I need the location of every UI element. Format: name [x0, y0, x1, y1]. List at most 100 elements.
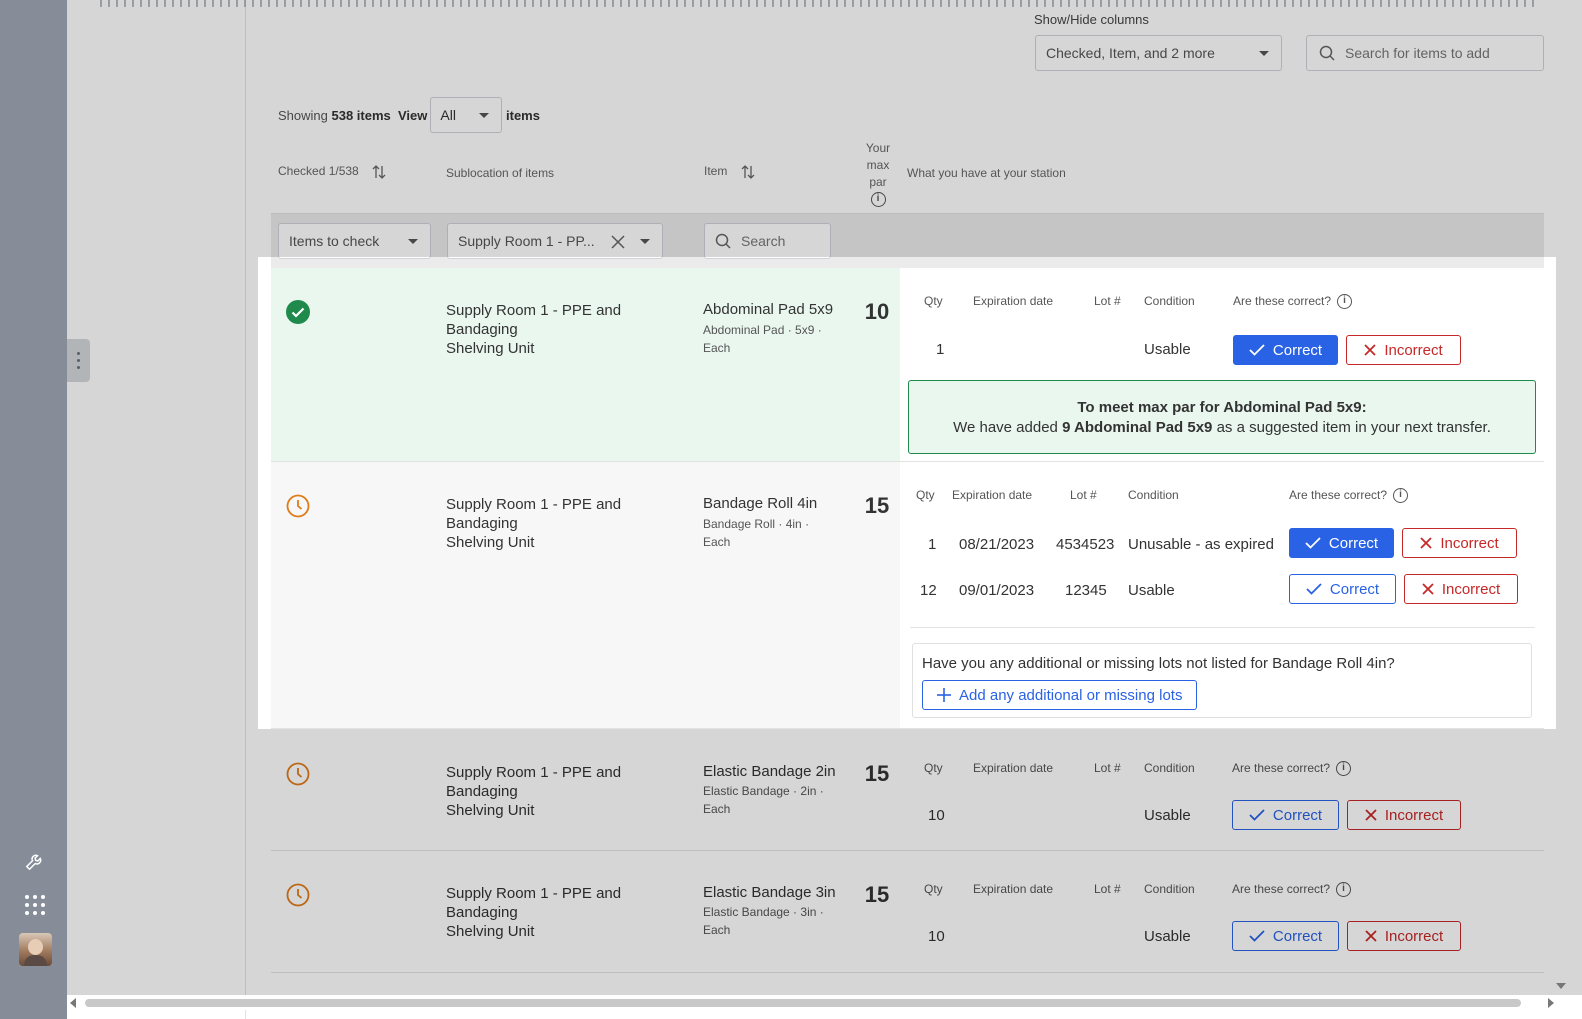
incorrect-button[interactable]: Incorrect: [1404, 574, 1518, 604]
correct-button-label: Correct: [1272, 806, 1323, 824]
expiration-header: Expiration date: [952, 488, 1033, 502]
correct-button-label: Correct: [1328, 534, 1379, 552]
sort-icon[interactable]: [372, 164, 386, 180]
plus-icon: [937, 688, 951, 702]
panel-resize-handle[interactable]: [67, 339, 90, 382]
incorrect-button[interactable]: Incorrect: [1347, 800, 1461, 830]
expiration-header: Expiration date: [973, 882, 1054, 896]
add-missing-lots-button[interactable]: Add any additional or missing lots: [922, 680, 1198, 710]
item-column-header[interactable]: Item: [704, 164, 755, 180]
clear-icon[interactable]: [611, 235, 625, 249]
sublocation-cell: Supply Room 1 - PPE and Bandaging Shelvin…: [446, 884, 696, 941]
view-select[interactable]: All: [430, 97, 503, 133]
columns-select[interactable]: Checked, Item, and 2 more: [1035, 35, 1282, 71]
user-avatar[interactable]: [19, 933, 52, 966]
correct-button[interactable]: Correct: [1289, 528, 1394, 558]
lot-condition: Usable: [1144, 807, 1191, 824]
sublocation-filter-select[interactable]: Supply Room 1 - PP...: [447, 223, 663, 259]
incorrect-button[interactable]: Incorrect: [1347, 921, 1461, 951]
chevron-down-icon: [408, 239, 418, 244]
checked-filter-select[interactable]: Items to check: [278, 223, 431, 259]
clock-icon: [286, 494, 310, 518]
search-icon: [715, 233, 731, 249]
incorrect-button-label: Incorrect: [1384, 927, 1444, 945]
incorrect-button[interactable]: Incorrect: [1402, 528, 1517, 558]
checked-column-header[interactable]: Checked 1/538: [278, 164, 386, 180]
check-icon: [1306, 583, 1322, 595]
item-detail-line: Elastic Bandage · 3in ·: [703, 905, 824, 919]
correct-button[interactable]: Correct: [1232, 800, 1339, 830]
info-icon[interactable]: i: [1337, 294, 1353, 310]
check-icon: [1249, 344, 1265, 356]
correct-button-label: Correct: [1272, 341, 1323, 359]
view-label: View: [398, 107, 428, 123]
item-search-input[interactable]: Search: [704, 223, 831, 259]
sort-icon[interactable]: [741, 164, 755, 180]
lot-number: 4534523: [1056, 536, 1115, 553]
clock-icon: [286, 883, 310, 907]
scroll-right-icon[interactable]: [1548, 998, 1554, 1008]
correct-button[interactable]: Correct: [1289, 574, 1396, 604]
sublocation-line: Supply Room 1 - PPE and Bandaging: [446, 764, 622, 800]
expiration-header: Expiration date: [973, 761, 1054, 775]
x-icon: [1365, 809, 1377, 821]
scroll-left-icon[interactable]: [70, 998, 76, 1008]
scroll-down-icon[interactable]: [1556, 983, 1566, 989]
missing-lots-question: Have you any additional or missing lots …: [922, 655, 1395, 672]
correct-button[interactable]: Correct: [1232, 921, 1339, 951]
item-detail-line: Each: [703, 802, 731, 816]
scrollbar-thumb[interactable]: [85, 999, 1521, 1007]
lot-header: Lot #: [1094, 294, 1121, 308]
search-icon: [1319, 45, 1335, 61]
item-details: Elastic Bandage · 3in · Each: [703, 903, 838, 939]
correct-button-label: Correct: [1272, 927, 1323, 945]
lot-qty: 1: [928, 536, 937, 553]
missing-lots-panel: Have you any additional or missing lots …: [912, 643, 1532, 718]
x-icon: [1422, 583, 1434, 595]
x-icon: [1420, 537, 1432, 549]
search-items-input[interactable]: Search for items to add: [1306, 35, 1544, 71]
checked-filter-value: Items to check: [289, 233, 380, 249]
horizontal-scrollbar[interactable]: [67, 995, 1557, 1010]
correct-question-label: Are these correct?: [1289, 488, 1388, 502]
lot-expiration: 09/01/2023: [959, 582, 1035, 599]
lot-condition: Usable: [1144, 341, 1191, 358]
condition-header: Condition: [1128, 488, 1179, 502]
columns-select-value: Checked, Item, and 2 more: [1046, 45, 1215, 61]
lot-header: Lot #: [1094, 761, 1121, 775]
showhide-columns-label: Show/Hide columns: [1034, 12, 1149, 27]
correct-button[interactable]: Correct: [1233, 335, 1338, 365]
info-icon[interactable]: i: [870, 192, 886, 208]
suggestion-text: We have added 9 Abdominal Pad 5x9 as a s…: [909, 418, 1535, 438]
info-icon[interactable]: i: [1393, 488, 1409, 504]
incorrect-button[interactable]: Incorrect: [1346, 335, 1461, 365]
lot-qty: 10: [928, 807, 945, 824]
lot-number: 12345: [1065, 582, 1107, 599]
qty-header: Qty: [924, 882, 943, 896]
sublocation-line: Supply Room 1 - PPE and Bandaging: [446, 885, 622, 921]
table-row: Supply Room 1 - PPE and Bandaging Shelvin…: [271, 729, 1544, 851]
lot-header: Lot #: [1094, 882, 1121, 896]
showing-count: 538 items: [331, 107, 391, 123]
qty-header: Qty: [924, 761, 943, 775]
suggestion-strong: 9 Abdominal Pad 5x9: [1062, 419, 1213, 436]
sublocation-line: Shelving Unit: [446, 802, 535, 819]
lot-qty: 10: [928, 928, 945, 945]
apps-grid-icon[interactable]: [22, 892, 48, 918]
incorrect-button-label: Incorrect: [1384, 341, 1443, 359]
correct-question-label: Are these correct?: [1232, 761, 1331, 775]
condition-header: Condition: [1144, 882, 1195, 896]
torn-edge-decoration: [100, 0, 1540, 7]
expiration-header: Expiration date: [973, 294, 1054, 308]
condition-header: Condition: [1144, 294, 1195, 308]
info-icon[interactable]: i: [1336, 882, 1352, 898]
condition-header: Condition: [1144, 761, 1195, 775]
lot-condition: Usable: [1144, 928, 1191, 945]
wrench-icon[interactable]: [22, 848, 48, 874]
search-placeholder: Search for items to add: [1345, 45, 1490, 61]
info-icon[interactable]: i: [1336, 761, 1352, 777]
incorrect-button-label: Incorrect: [1440, 534, 1499, 552]
incorrect-button-label: Incorrect: [1384, 806, 1444, 824]
correct-question: Are these correct? i: [1232, 761, 1352, 777]
max-par-value: 15: [864, 493, 890, 518]
